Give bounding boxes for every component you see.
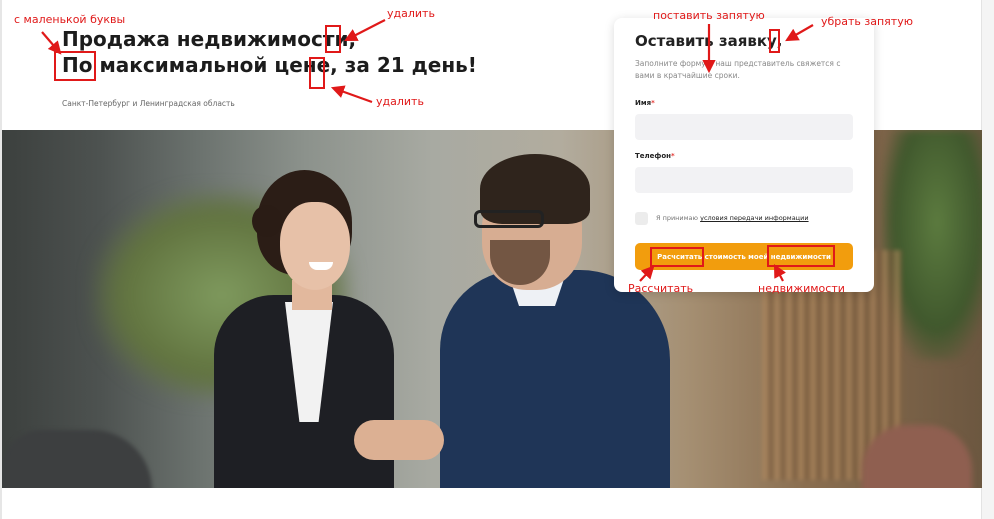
highlight-comma-price — [309, 57, 325, 89]
region-subtitle: Санкт-Петербург и Ленинградская область — [62, 99, 235, 108]
phone-input[interactable] — [635, 167, 853, 193]
required-mark: * — [651, 99, 655, 107]
name-label: Имя* — [635, 99, 655, 107]
highlight-comma-title — [325, 25, 341, 53]
form-description: Заполните форму и наш представитель свяж… — [635, 59, 841, 80]
phone-label: Телефон* — [635, 152, 675, 160]
form-title: Оставить заявку, — [635, 32, 783, 50]
note-correct-calc: Рассчитать — [628, 282, 694, 295]
highlight-calc-word — [650, 247, 704, 267]
note-correct-property: недвижимости — [758, 282, 845, 295]
required-mark: * — [671, 152, 675, 160]
chair-right — [862, 425, 972, 488]
note-add-comma: поставить запятую — [653, 9, 765, 22]
title-line-2: По максимальной цене, за 21 день! — [62, 53, 477, 77]
consent-terms-link[interactable]: условия передачи информации — [700, 214, 808, 222]
note-delete-bottom: удалить — [376, 95, 424, 108]
name-label-text: Имя — [635, 99, 652, 107]
name-input[interactable] — [635, 114, 853, 140]
consent-text: Я принимаю — [656, 214, 699, 222]
note-remove-comma: убрать запятую — [821, 15, 913, 28]
note-lowercase: с маленькой буквы — [14, 13, 126, 26]
highlight-capital-letter — [54, 51, 96, 81]
man-glasses — [474, 210, 544, 228]
handshake — [354, 420, 444, 460]
note-delete-top: удалить — [387, 7, 435, 20]
chair-left — [2, 430, 152, 488]
woman-hair-bun — [252, 205, 282, 237]
scrollbar[interactable] — [981, 0, 994, 519]
phone-label-text: Телефон — [635, 152, 671, 160]
page-title: Продажа недвижимости, По максимальной це… — [62, 26, 477, 78]
highlight-property-word — [767, 245, 835, 267]
woman-face — [280, 202, 350, 290]
title-line-1: Продажа недвижимости, — [62, 27, 357, 51]
consent-label: Я принимаю условия передачи информации — [656, 214, 809, 222]
highlight-comma-form — [769, 29, 780, 53]
consent-checkbox[interactable] — [635, 212, 648, 225]
